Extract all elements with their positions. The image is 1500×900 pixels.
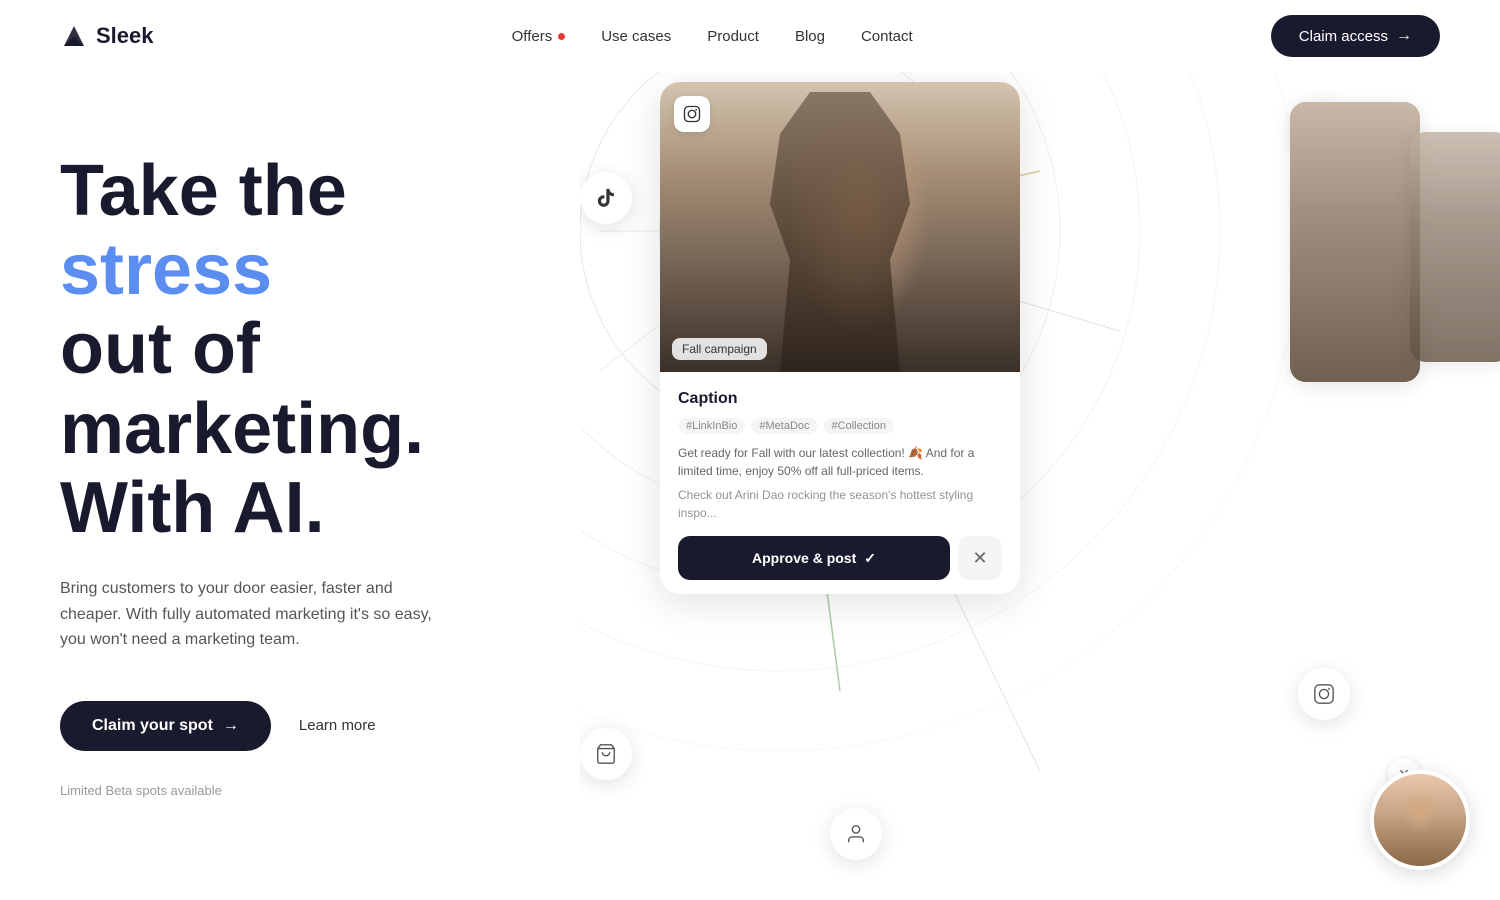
instagram-mid-float-icon bbox=[1298, 668, 1350, 720]
hero-right: ✕ Fall campaign Caption #LinkI bbox=[580, 72, 1500, 900]
claim-access-button[interactable]: Claim access → bbox=[1271, 15, 1440, 57]
logo[interactable]: Sleek bbox=[60, 22, 154, 50]
card-text-1: Get ready for Fall with our latest colle… bbox=[678, 444, 1002, 480]
card-tag-3: #Collection bbox=[824, 418, 894, 434]
person-float-icon bbox=[830, 808, 882, 860]
nav-link-use-cases[interactable]: Use cases bbox=[601, 28, 671, 45]
card-text-2: Check out Arini Dao rocking the season's… bbox=[678, 486, 1002, 522]
nav-links: Offers Use cases Product Blog Contact bbox=[512, 28, 913, 45]
brand-name: Sleek bbox=[96, 23, 154, 49]
card-tag-2: #MetaDoc bbox=[751, 418, 817, 434]
claim-spot-button[interactable]: Claim your spot → bbox=[60, 701, 271, 751]
nav-link-product[interactable]: Product bbox=[707, 28, 759, 45]
card-body: Caption #LinkInBio #MetaDoc #Collection … bbox=[660, 372, 1020, 594]
card-actions: Approve & post ✓ ✕ bbox=[678, 536, 1002, 580]
card-image-label: Fall campaign bbox=[672, 338, 767, 360]
nav-link-contact[interactable]: Contact bbox=[861, 28, 913, 45]
main-content: Take the stress out of marketing. With A… bbox=[0, 72, 1500, 900]
main-post-card: Fall campaign Caption #LinkInBio #MetaDo… bbox=[660, 82, 1020, 594]
reject-post-button[interactable]: ✕ bbox=[958, 536, 1002, 580]
offers-dot-indicator bbox=[558, 33, 565, 40]
hero-stress-word: stress bbox=[60, 230, 272, 310]
card-image: Fall campaign bbox=[660, 82, 1020, 372]
user-avatar bbox=[1370, 770, 1470, 870]
learn-more-button[interactable]: Learn more bbox=[299, 717, 376, 734]
card-instagram-icon bbox=[674, 96, 710, 132]
nav-link-offers[interactable]: Offers bbox=[512, 28, 566, 45]
side-card-1 bbox=[1290, 102, 1420, 382]
tiktok-float-icon bbox=[580, 172, 632, 224]
avatar-face bbox=[1374, 774, 1466, 866]
side-card-2 bbox=[1410, 132, 1500, 362]
hero-subtitle: Bring customers to your door easier, fas… bbox=[60, 576, 440, 653]
logo-icon bbox=[60, 22, 88, 50]
approve-post-button[interactable]: Approve & post ✓ bbox=[678, 536, 950, 580]
hero-title: Take the stress out of marketing. With A… bbox=[60, 152, 520, 548]
card-tags: #LinkInBio #MetaDoc #Collection bbox=[678, 418, 1002, 434]
cart-float-icon bbox=[580, 728, 632, 780]
navigation: Sleek Offers Use cases Product Blog Cont… bbox=[0, 0, 1500, 72]
hero-buttons: Claim your spot → Learn more bbox=[60, 701, 520, 751]
checkmark-icon: ✓ bbox=[864, 550, 876, 567]
card-tag-1: #LinkInBio bbox=[678, 418, 745, 434]
beta-note: Limited Beta spots available bbox=[60, 783, 520, 798]
hero-left: Take the stress out of marketing. With A… bbox=[0, 72, 580, 900]
card-caption-title: Caption bbox=[678, 390, 1002, 408]
arrow-icon: → bbox=[223, 717, 239, 735]
nav-link-blog[interactable]: Blog bbox=[795, 28, 825, 45]
cta-arrow-icon: → bbox=[1396, 27, 1412, 45]
